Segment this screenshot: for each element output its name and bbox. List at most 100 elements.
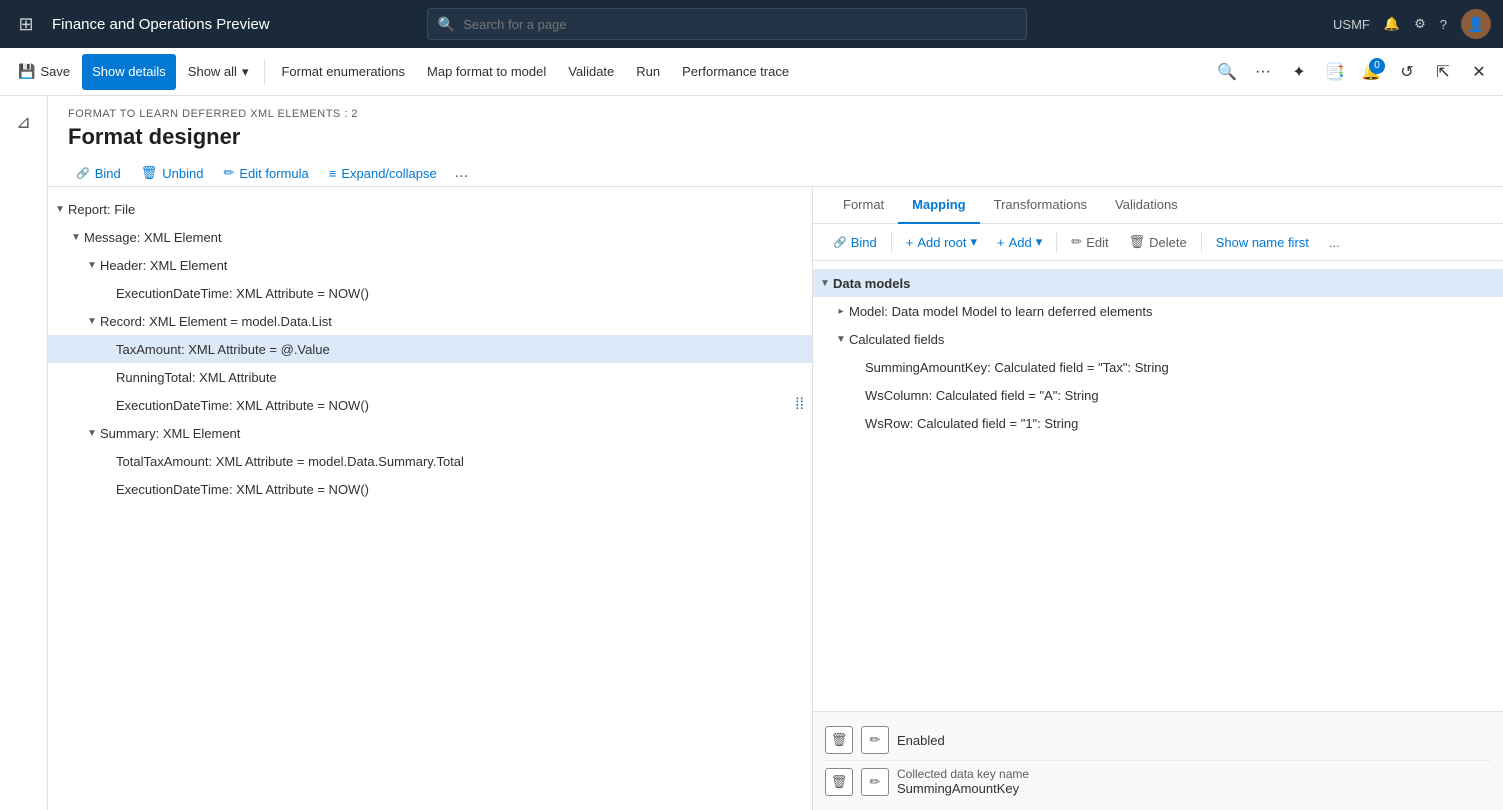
badge-container: 🔔 0 (1355, 56, 1387, 88)
sidebar-filter-icon[interactable]: ⊿ (6, 104, 42, 140)
edit-icon: ✏ (1071, 234, 1082, 250)
mapping-bottom: 🗑 ✏ Enabled 🗑 ✏ (813, 711, 1503, 810)
separator (891, 232, 892, 252)
tree-item-label: TaxAmount: XML Attribute = @.Value (116, 342, 330, 357)
format-more-button[interactable]: ... (449, 160, 474, 186)
chevron-down-icon: ▾ (970, 234, 977, 250)
add-root-button[interactable]: + Add root ▾ (898, 230, 985, 254)
bind-button[interactable]: 🔗 Bind (68, 162, 129, 185)
pinview-icon[interactable]: ✦ (1283, 56, 1315, 88)
expander-icon (100, 456, 116, 467)
tree-item[interactable]: ExecutionDateTime: XML Attribute = NOW() (48, 279, 812, 307)
edit-button[interactable]: ✏ Edit (1063, 230, 1116, 254)
map-item-model[interactable]: ▸ Model: Data model Model to learn defer… (813, 297, 1503, 325)
map-item-calculated-fields[interactable]: ▼ Calculated fields (813, 325, 1503, 353)
map-item-label: Calculated fields (849, 332, 944, 347)
map-item-data-models[interactable]: ▼ Data models (813, 269, 1503, 297)
map-format-button[interactable]: Map format to model (417, 54, 556, 90)
add-button[interactable]: + Add ▾ (989, 230, 1050, 254)
format-tree[interactable]: ▼ Report: File ▼ Message: XML Element ▼ … (48, 187, 812, 810)
avatar[interactable]: 👤 (1461, 9, 1491, 39)
bind-icon: 🔗 (833, 236, 847, 249)
expander-icon: ▼ (817, 278, 833, 289)
tree-item[interactable]: TotalTaxAmount: XML Attribute = model.Da… (48, 447, 812, 475)
mapping-bind-button[interactable]: 🔗 Bind (825, 231, 885, 254)
enabled-row: 🗑 ✏ Enabled (825, 720, 1491, 761)
key-edit-button[interactable]: ✏ (861, 768, 889, 796)
tab-mapping[interactable]: Mapping (898, 187, 979, 224)
tree-item-label: Summary: XML Element (100, 426, 240, 441)
enabled-delete-button[interactable]: 🗑 (825, 726, 853, 754)
edit-icon: ✏ (870, 774, 881, 790)
expand-collapse-button[interactable]: ≡ Expand/collapse (321, 162, 445, 185)
tree-item[interactable]: ExecutionDateTime: XML Attribute = NOW()… (48, 391, 812, 419)
tree-item[interactable]: ExecutionDateTime: XML Attribute = NOW() (48, 475, 812, 503)
show-all-button[interactable]: Show all ▾ (178, 54, 259, 90)
tree-item-label: ExecutionDateTime: XML Attribute = NOW() (116, 286, 369, 301)
show-name-first-button[interactable]: Show name first (1208, 231, 1317, 254)
map-item-label: WsRow: Calculated field = "1": String (865, 416, 1078, 431)
separator (1201, 232, 1202, 252)
tree-item-label: RunningTotal: XML Attribute (116, 370, 277, 385)
tab-transformations[interactable]: Transformations (980, 187, 1101, 224)
unbind-button[interactable]: 🗑 Unbind (133, 161, 212, 185)
map-item-summing[interactable]: SummingAmountKey: Calculated field = "Ta… (813, 353, 1503, 381)
expander-icon (849, 390, 865, 401)
refresh-icon[interactable]: ↺ (1391, 56, 1423, 88)
search-bar[interactable]: 🔍 (427, 8, 1027, 40)
mapping-more-button[interactable]: ... (1321, 231, 1348, 254)
mapping-tabs: Format Mapping Transformations Validatio… (813, 187, 1503, 224)
expander-icon (100, 484, 116, 495)
app-grid-icon[interactable]: ⊞ (12, 10, 40, 38)
show-details-button[interactable]: Show details (82, 54, 176, 90)
tree-item[interactable]: RunningTotal: XML Attribute (48, 363, 812, 391)
expand-collapse-icon: ≡ (329, 166, 337, 181)
topbar-right: USMF 🔔 ⚙ ? 👤 (1333, 9, 1491, 39)
tree-item-selected[interactable]: TaxAmount: XML Attribute = @.Value (48, 335, 812, 363)
bookmark-icon[interactable]: 📑 (1319, 56, 1351, 88)
notifications-icon[interactable]: 🔔 (1384, 16, 1400, 32)
app-title: Finance and Operations Preview (52, 16, 270, 33)
delete-button[interactable]: 🗑 Delete (1121, 230, 1195, 254)
tab-validations[interactable]: Validations (1101, 187, 1192, 224)
enabled-label: Enabled (897, 733, 945, 748)
side-icons: ⊿ (0, 96, 48, 810)
expander-icon (849, 418, 865, 429)
tree-item[interactable]: ▼ Record: XML Element = model.Data.List (48, 307, 812, 335)
search-input[interactable] (463, 17, 1016, 32)
expander-icon (100, 372, 116, 383)
user-label: USMF (1333, 17, 1370, 32)
tree-item[interactable]: ▼ Header: XML Element (48, 251, 812, 279)
drag-handle-icon: ⁞⁞ (795, 396, 804, 414)
expander-icon: ▼ (84, 260, 100, 271)
map-item-wscolumn[interactable]: WsColumn: Calculated field = "A": String (813, 381, 1503, 409)
run-button[interactable]: Run (626, 54, 670, 90)
separator (1056, 232, 1057, 252)
tree-item[interactable]: ▼ Report: File (48, 195, 812, 223)
save-button[interactable]: 💾 Save (8, 54, 80, 90)
open-external-icon[interactable]: ⇱ (1427, 56, 1459, 88)
delete-icon: 🗑 (831, 732, 848, 748)
search-toolbar-icon[interactable]: 🔍 (1211, 56, 1243, 88)
map-item-wsrow[interactable]: WsRow: Calculated field = "1": String (813, 409, 1503, 437)
help-icon[interactable]: ? (1440, 17, 1447, 32)
tree-item[interactable]: ▼ Summary: XML Element (48, 419, 812, 447)
performance-trace-button[interactable]: Performance trace (672, 54, 799, 90)
format-enumerations-button[interactable]: Format enumerations (271, 54, 415, 90)
key-delete-button[interactable]: 🗑 (825, 768, 853, 796)
delete-icon: 🗑 (831, 774, 848, 790)
mapping-tree[interactable]: ▼ Data models ▸ Model: Data model Model … (813, 261, 1503, 711)
expander-icon (100, 400, 116, 411)
more-toolbar-icon[interactable]: ··· (1247, 56, 1279, 88)
close-icon[interactable]: ✕ (1463, 56, 1495, 88)
edit-formula-button[interactable]: ✏ Edit formula (215, 161, 316, 185)
notification-count: 0 (1369, 58, 1385, 74)
settings-icon[interactable]: ⚙ (1414, 16, 1426, 32)
tree-item[interactable]: ▼ Message: XML Element (48, 223, 812, 251)
main-layout: ⊿ FORMAT TO LEARN DEFERRED XML ELEMENTS … (0, 96, 1503, 810)
tab-format[interactable]: Format (829, 187, 898, 224)
enabled-edit-button[interactable]: ✏ (861, 726, 889, 754)
topbar: ⊞ Finance and Operations Preview 🔍 USMF … (0, 0, 1503, 48)
chevron-down-icon: ▾ (1036, 234, 1043, 250)
validate-button[interactable]: Validate (558, 54, 624, 90)
